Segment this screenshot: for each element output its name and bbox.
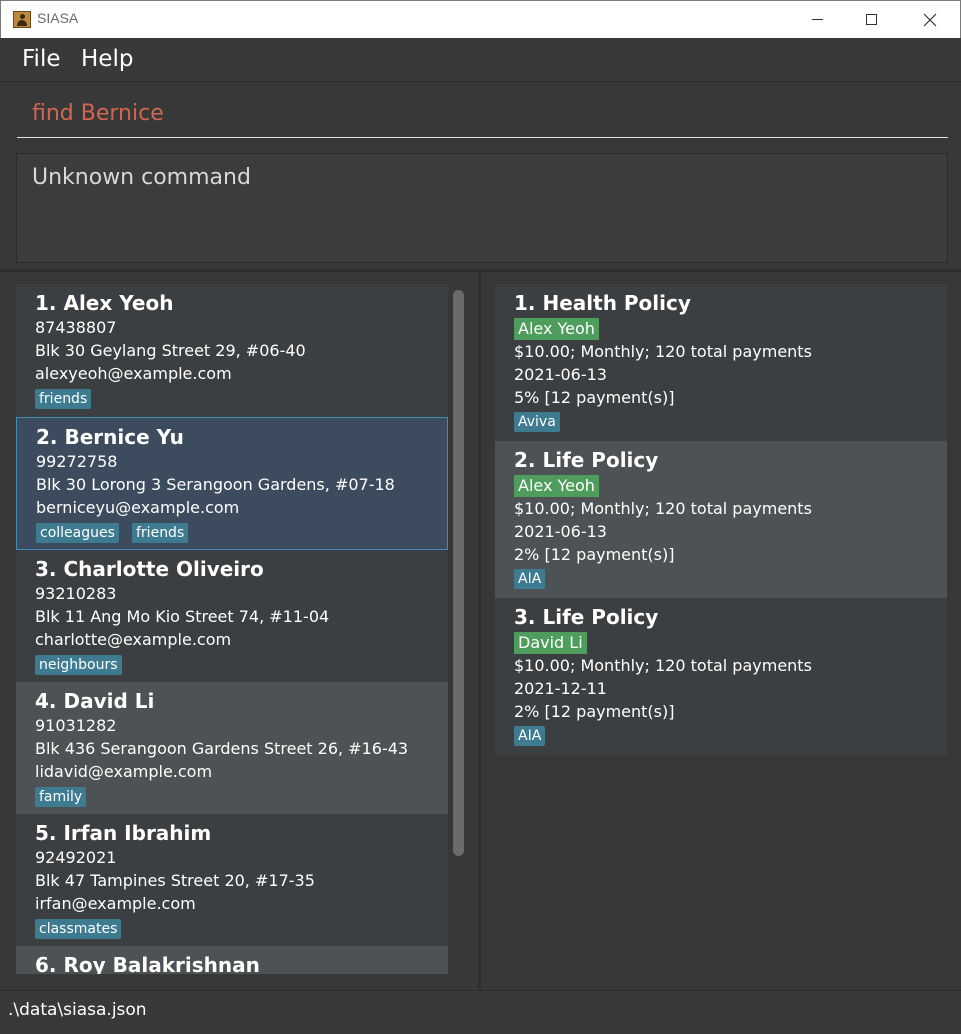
person-address: Blk 11 Ang Mo Kio Street 74, #11-04 [35, 607, 330, 626]
minimize-icon [811, 19, 823, 20]
policy-commission: 2% [12 payment(s)] [514, 545, 675, 564]
policy-card[interactable]: 3. Life Policy David Li $10.00; Monthly;… [495, 598, 947, 755]
person-email: irfan@example.com [35, 894, 196, 913]
person-name: 3. Charlotte Oliveiro [35, 557, 264, 581]
person-tag: friends [132, 523, 189, 543]
policy-title: 3. Life Policy [514, 605, 659, 629]
person-tag: colleagues [36, 523, 119, 543]
person-phone: 99272758 [36, 452, 118, 471]
policy-date: 2021-12-11 [514, 679, 607, 698]
app-icon [13, 11, 31, 28]
person-email: lidavid@example.com [35, 762, 213, 781]
menu-file[interactable]: File [22, 46, 61, 72]
policy-card[interactable]: 1. Health Policy Alex Yeoh $10.00; Month… [495, 284, 947, 441]
policy-list[interactable]: 1. Health Policy Alex Yeoh $10.00; Month… [495, 284, 947, 974]
minimize-button[interactable] [794, 1, 840, 38]
policy-company-tag: AIA [514, 726, 546, 746]
person-name: 6. Roy Balakrishnan [35, 953, 260, 974]
person-email: alexyeoh@example.com [35, 364, 232, 383]
person-address: Blk 30 Lorong 3 Serangoon Gardens, #07-1… [36, 475, 395, 494]
person-name: 2. Bernice Yu [36, 425, 184, 449]
policy-payment: $10.00; Monthly; 120 total payments [514, 499, 812, 518]
person-name: 1. Alex Yeoh [35, 291, 174, 315]
maximize-icon [865, 14, 877, 25]
data-file-path: .\data\siasa.json [8, 1000, 147, 1020]
status-bar: .\data\siasa.json [0, 990, 961, 1034]
policy-owner-tag: Alex Yeoh [514, 475, 599, 497]
person-name: 4. David Li [35, 689, 155, 713]
policy-company-tag: AIA [514, 569, 546, 589]
person-phone: 92492021 [35, 848, 117, 867]
command-box: find Bernice [0, 82, 961, 144]
policy-commission: 5% [12 payment(s)] [514, 388, 675, 407]
policy-title: 2. Life Policy [514, 448, 659, 472]
person-list[interactable]: 1. Alex Yeoh 87438807 Blk 30 Geylang Str… [16, 284, 448, 974]
policy-commission: 2% [12 payment(s)] [514, 702, 675, 721]
menu-bar: File Help [0, 38, 961, 82]
command-input[interactable]: find Bernice [17, 94, 948, 138]
policy-date: 2021-06-13 [514, 522, 607, 541]
result-display: Unknown command [16, 153, 948, 263]
person-card[interactable]: 3. Charlotte Oliveiro 93210283 Blk 11 An… [16, 550, 448, 683]
person-phone: 87438807 [35, 318, 117, 337]
person-tag: classmates [35, 919, 122, 939]
person-card[interactable]: 2. Bernice Yu 99272758 Blk 30 Lorong 3 S… [16, 417, 448, 550]
maximize-button[interactable] [848, 1, 894, 38]
person-card[interactable]: 6. Roy Balakrishnan [16, 946, 448, 974]
person-phone: 91031282 [35, 716, 117, 735]
menu-help[interactable]: Help [81, 46, 133, 72]
window-title: SIASA [37, 10, 79, 26]
policy-card[interactable]: 2. Life Policy Alex Yeoh $10.00; Monthly… [495, 441, 947, 598]
title-bar: SIASA [0, 0, 961, 38]
policy-company-tag: Aviva [514, 412, 560, 432]
person-card[interactable]: 5. Irfan Ibrahim 92492021 Blk 47 Tampine… [16, 814, 448, 947]
person-email: charlotte@example.com [35, 630, 232, 649]
person-card[interactable]: 1. Alex Yeoh 87438807 Blk 30 Geylang Str… [16, 284, 448, 417]
person-card[interactable]: 4. David Li 91031282 Blk 436 Serangoon G… [16, 682, 448, 815]
close-button[interactable] [907, 1, 953, 38]
policy-owner-tag: Alex Yeoh [514, 318, 599, 340]
result-display-container: Unknown command [0, 144, 961, 269]
person-address: Blk 436 Serangoon Gardens Street 26, #16… [35, 739, 409, 758]
person-tag: family [35, 787, 87, 807]
policy-payment: $10.00; Monthly; 120 total payments [514, 342, 812, 361]
person-tag: neighbours [35, 655, 122, 675]
policy-owner-tag: David Li [514, 632, 587, 654]
scrollbar[interactable] [450, 284, 466, 974]
person-phone: 93210283 [35, 584, 117, 603]
person-name: 5. Irfan Ibrahim [35, 821, 212, 845]
person-address: Blk 30 Geylang Street 29, #06-40 [35, 341, 306, 360]
scrollbar-thumb[interactable] [453, 290, 464, 856]
close-icon [923, 13, 937, 26]
policy-date: 2021-06-13 [514, 365, 607, 384]
person-tag: friends [35, 389, 92, 409]
policy-list-panel: 1. Health Policy Alex Yeoh $10.00; Month… [481, 272, 961, 990]
person-address: Blk 47 Tampines Street 20, #17-35 [35, 871, 315, 890]
policy-title: 1. Health Policy [514, 291, 691, 315]
policy-payment: $10.00; Monthly; 120 total payments [514, 656, 812, 675]
person-list-panel: 1. Alex Yeoh 87438807 Blk 30 Geylang Str… [0, 272, 481, 990]
person-email: berniceyu@example.com [36, 498, 240, 517]
